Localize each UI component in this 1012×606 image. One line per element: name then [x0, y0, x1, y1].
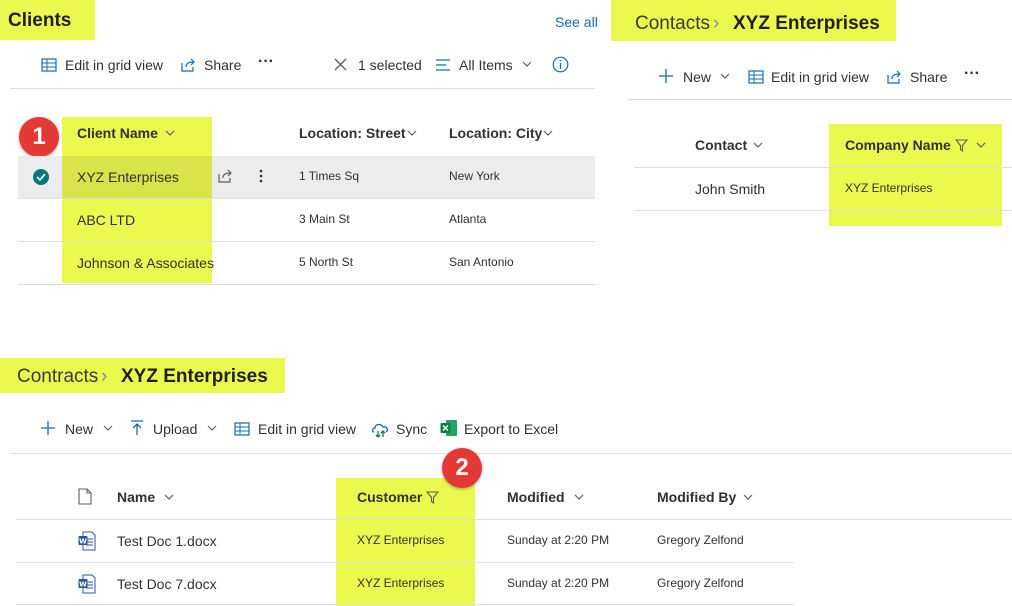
- toolbar-divider: [10, 88, 595, 89]
- customer-cell: XYZ Enterprises: [357, 533, 445, 547]
- sync-button[interactable]: Sync: [396, 422, 427, 436]
- column-header-name[interactable]: Name: [117, 490, 155, 504]
- edit-grid-view-button[interactable]: Edit in grid view: [65, 58, 163, 72]
- document-name-cell[interactable]: Test Doc 7.docx: [117, 577, 217, 591]
- file-type-icon: [78, 488, 92, 505]
- row-divider: [18, 198, 595, 199]
- plus-icon: [659, 69, 673, 83]
- column-header-street[interactable]: Location: Street: [299, 126, 406, 140]
- column-header-modified-by[interactable]: Modified By: [657, 490, 736, 504]
- column-header-company-name[interactable]: Company Name: [845, 138, 951, 152]
- header-divider: [634, 167, 1012, 168]
- chevron-down-icon[interactable]: [164, 494, 174, 501]
- filter-icon[interactable]: [426, 491, 439, 504]
- street-cell: 1 Times Sq: [299, 169, 360, 183]
- chevron-down-icon: [522, 61, 532, 67]
- svg-text:W: W: [79, 580, 87, 588]
- new-button[interactable]: New: [683, 70, 711, 84]
- street-cell: 5 North St: [299, 255, 354, 269]
- toolbar-divider: [628, 99, 1012, 100]
- share-button[interactable]: Share: [204, 58, 241, 72]
- filter-icon[interactable]: [955, 139, 968, 152]
- modified-by-cell[interactable]: Gregory Zelfond: [657, 534, 744, 546]
- chevron-down-icon[interactable]: [743, 494, 753, 501]
- row-divider: [18, 284, 595, 285]
- chevron-down-icon[interactable]: [407, 130, 417, 137]
- upload-icon: [131, 420, 143, 435]
- share-icon: [887, 70, 901, 84]
- selected-count: 1 selected: [358, 57, 422, 73]
- edit-grid-view-button[interactable]: Edit in grid view: [771, 70, 869, 84]
- column-header-client-name[interactable]: Client Name: [77, 126, 158, 140]
- modified-cell: Sunday at 2:20 PM: [507, 533, 610, 547]
- upload-button[interactable]: Upload: [153, 422, 197, 436]
- svg-text:W: W: [79, 537, 87, 545]
- breadcrumb-current: XYZ Enterprises: [733, 13, 880, 34]
- close-icon[interactable]: [334, 58, 347, 71]
- row-check-icon[interactable]: [33, 169, 49, 185]
- chevron-down-icon[interactable]: [720, 73, 730, 80]
- info-icon[interactable]: [552, 56, 569, 73]
- view-list-icon: [436, 59, 450, 71]
- client-name-cell[interactable]: Johnson & Associates: [77, 256, 214, 270]
- word-document-icon: W: [78, 531, 96, 551]
- grid-icon: [748, 70, 764, 84]
- export-to-excel-button[interactable]: Export to Excel: [464, 422, 558, 436]
- grid-icon: [234, 422, 250, 436]
- contact-cell[interactable]: John Smith: [695, 182, 765, 196]
- row-divider: [18, 241, 595, 242]
- modified-cell: Sunday at 2:20 PM: [507, 576, 610, 590]
- breadcrumb-contacts[interactable]: Contacts: [635, 14, 710, 33]
- customer-cell: XYZ Enterprises: [357, 576, 445, 590]
- step-badge-2: 2: [442, 448, 482, 488]
- grid-icon: [41, 58, 57, 72]
- modified-by-cell[interactable]: Gregory Zelfond: [657, 577, 744, 589]
- chevron-down-icon[interactable]: [976, 142, 986, 149]
- chevron-down-icon[interactable]: [207, 425, 217, 432]
- clients-title: Clients: [8, 10, 72, 31]
- share-icon: [181, 58, 195, 72]
- row-divider: [634, 210, 1012, 211]
- more-options-icon[interactable]: ···: [258, 54, 274, 70]
- row-divider: [16, 604, 794, 605]
- step-badge-1: 1: [19, 117, 59, 157]
- company-name-cell: XYZ Enterprises: [845, 181, 933, 195]
- chevron-down-icon[interactable]: [103, 425, 113, 432]
- plus-icon: [41, 421, 55, 435]
- chevron-down-icon[interactable]: [543, 130, 553, 137]
- breadcrumb-separator: ›: [713, 13, 720, 34]
- sync-icon: [371, 423, 389, 438]
- column-header-customer[interactable]: Customer: [357, 490, 422, 504]
- row-divider: [16, 562, 794, 563]
- column-header-contact[interactable]: Contact: [695, 138, 747, 152]
- new-button[interactable]: New: [65, 422, 93, 436]
- city-cell: San Antonio: [449, 255, 514, 269]
- client-name-cell[interactable]: ABC LTD: [77, 213, 135, 227]
- header-divider: [16, 519, 1012, 520]
- chevron-down-icon[interactable]: [165, 130, 175, 137]
- client-name-cell[interactable]: XYZ Enterprises: [77, 170, 179, 184]
- breadcrumb-separator: ›: [101, 366, 108, 387]
- edit-grid-view-button[interactable]: Edit in grid view: [258, 422, 356, 436]
- view-selector[interactable]: All Items: [459, 58, 513, 72]
- breadcrumb-current: XYZ Enterprises: [121, 366, 268, 387]
- chevron-down-icon[interactable]: [574, 494, 584, 501]
- see-all-link[interactable]: See all: [555, 15, 598, 29]
- excel-icon: [440, 420, 457, 436]
- street-cell: 3 Main St: [299, 212, 350, 226]
- column-header-modified[interactable]: Modified: [507, 490, 565, 504]
- document-name-cell[interactable]: Test Doc 1.docx: [117, 534, 217, 548]
- city-cell: New York: [449, 169, 500, 183]
- word-document-icon: W: [78, 574, 96, 594]
- city-cell: Atlanta: [449, 212, 487, 226]
- more-options-icon[interactable]: ···: [964, 66, 980, 82]
- share-icon[interactable]: [217, 168, 233, 184]
- chevron-down-icon[interactable]: [753, 142, 763, 149]
- more-vertical-icon[interactable]: [258, 168, 264, 184]
- breadcrumb-contracts[interactable]: Contracts: [17, 367, 98, 386]
- column-header-city[interactable]: Location: City: [449, 126, 542, 140]
- toolbar-divider: [10, 453, 1012, 454]
- share-button[interactable]: Share: [910, 70, 947, 84]
